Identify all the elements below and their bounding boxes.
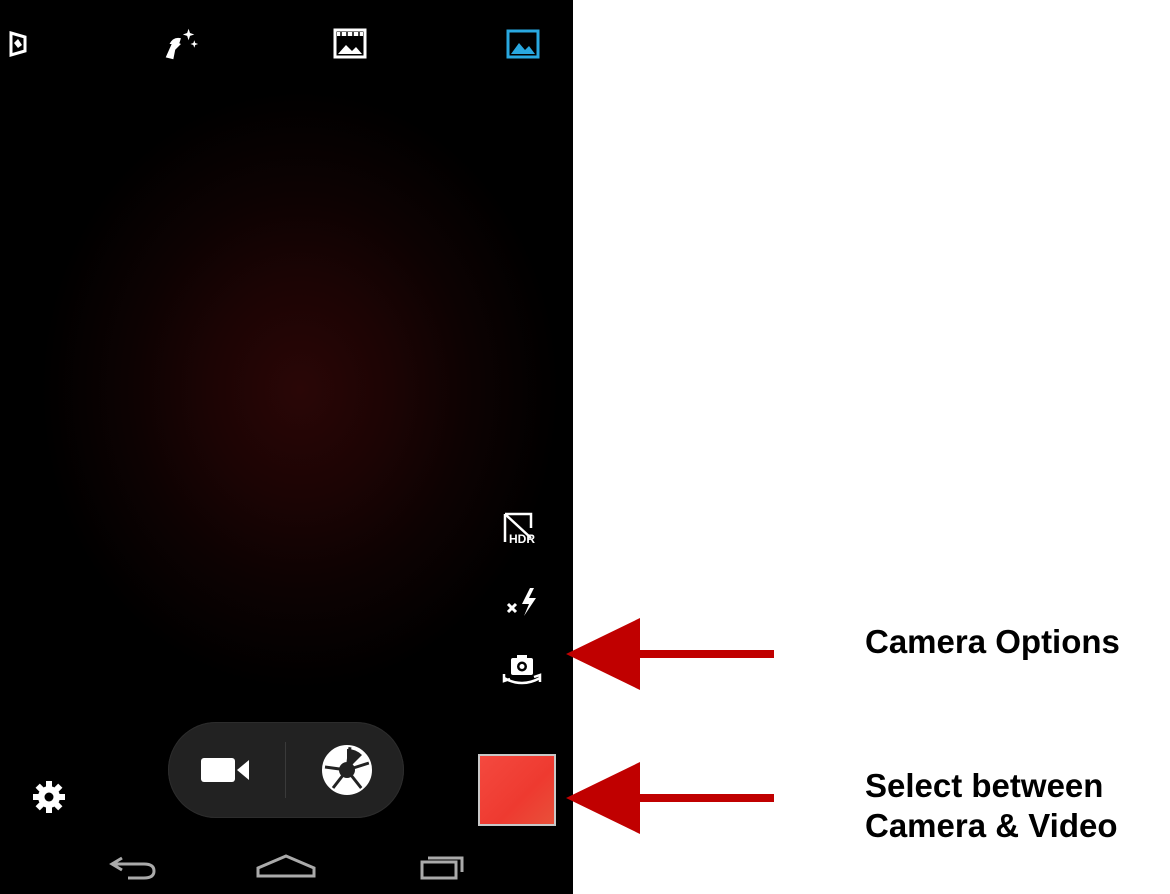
select-between-label-line2: Camera & Video [865, 807, 1118, 844]
phone-screen: HDR [0, 0, 573, 894]
camera-video-select-arrow [566, 762, 774, 834]
page: HDR Camera Options Select between Camera… [0, 0, 1170, 894]
hdr-label: HDR [509, 532, 535, 546]
video-mode-button[interactable] [190, 740, 260, 800]
camera-video-mode-switcher[interactable] [168, 722, 404, 818]
mode-divider [285, 742, 286, 798]
last-capture-thumbnail[interactable] [478, 754, 556, 826]
camera-options-label: Camera Options [865, 623, 1120, 660]
panorama-icon[interactable] [0, 24, 34, 64]
shutter-icon [322, 745, 372, 795]
settings-gear-icon[interactable] [28, 776, 70, 818]
hdr-off-icon[interactable]: HDR [498, 508, 542, 548]
back-icon[interactable] [100, 848, 164, 886]
scene-mode-icon[interactable] [330, 24, 370, 64]
switch-camera-icon[interactable] [500, 650, 544, 690]
photo-mode-button[interactable] [312, 740, 382, 800]
flash-off-icon[interactable] [500, 582, 544, 622]
home-icon[interactable] [254, 848, 318, 886]
camera-options-arrow [566, 618, 774, 690]
select-between-label-line1: Select between [865, 767, 1104, 804]
recent-apps-icon[interactable] [410, 848, 474, 886]
effects-wand-icon[interactable] [160, 24, 200, 64]
gallery-picture-icon[interactable] [503, 24, 543, 64]
video-camera-icon [201, 758, 249, 782]
